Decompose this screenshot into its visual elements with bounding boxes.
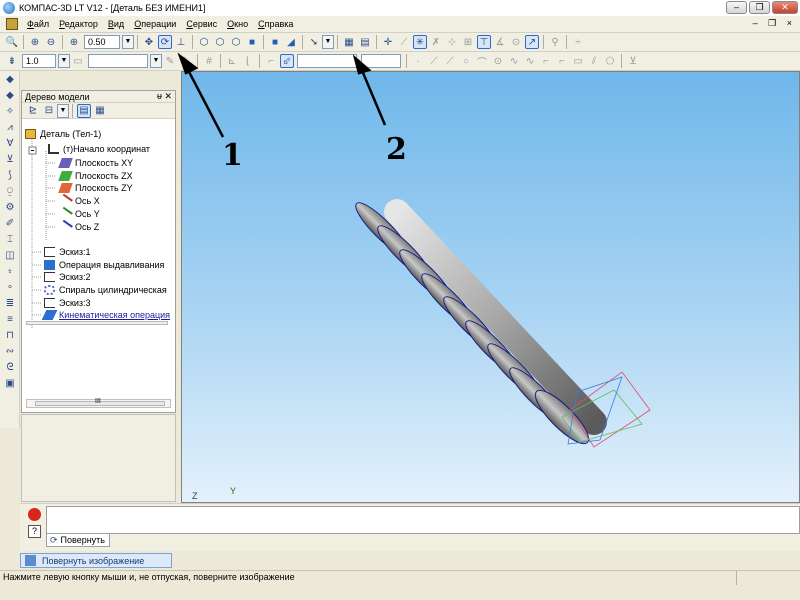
command-tab-label: Повернуть изображение xyxy=(42,555,145,566)
annotation-number-1: 1 xyxy=(222,138,243,173)
rotate-icon: ⟳ xyxy=(50,534,58,545)
help-icon[interactable]: ? xyxy=(28,525,41,538)
status-hint: Нажмите левую кнопку мыши и, не отпуская… xyxy=(3,572,295,582)
rotate-tab-label: Повернуть xyxy=(60,535,105,545)
annotation-number-2: 2 xyxy=(386,132,407,167)
monitor-icon xyxy=(25,555,36,566)
arrow-2-head xyxy=(352,54,372,75)
status-bar: Нажмите левую кнопку мыши и, не отпуская… xyxy=(0,570,800,585)
status-divider xyxy=(736,571,737,585)
command-tab[interactable]: Повернуть изображение xyxy=(20,553,172,568)
stop-icon[interactable] xyxy=(28,508,41,521)
arrow-1 xyxy=(184,65,225,138)
command-parameters-area xyxy=(46,506,800,534)
arrow-1-head xyxy=(177,52,199,75)
rotate-tab[interactable]: ⟳ Повернуть xyxy=(46,533,110,547)
arrow-2 xyxy=(359,67,387,126)
command-panel: ? ⟳ Повернуть xyxy=(20,503,800,551)
